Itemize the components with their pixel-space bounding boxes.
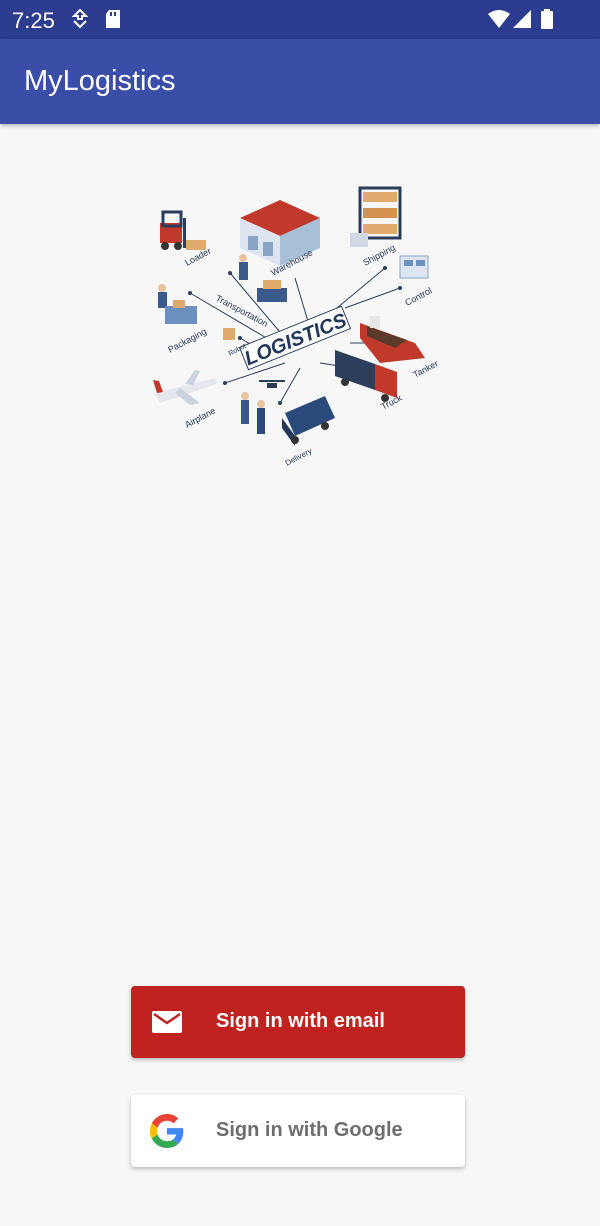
download-icon: [71, 8, 89, 34]
wifi-icon: [488, 9, 510, 34]
status-bar: 7:25: [0, 0, 600, 39]
status-time: 7:25: [12, 8, 55, 33]
signal-icon: [512, 9, 532, 34]
mail-icon: [150, 1005, 184, 1039]
logistics-illustration: LOGISTICS Loader Warehouse Shipping Tran…: [145, 178, 455, 478]
sign-in-email-button[interactable]: Sign in with email: [131, 986, 465, 1058]
illustration-label-airplane: Airplane: [183, 405, 217, 429]
illustration-label-tanker: Tanker: [411, 358, 440, 380]
google-logo-icon: [150, 1114, 184, 1148]
illustration-label-delivery: Delivery: [284, 446, 314, 468]
sign-in-google-label: Sign in with Google: [216, 1119, 403, 1141]
illustration-label-control: Control: [403, 285, 433, 307]
illustration-label-packaging: Packaging: [166, 326, 208, 355]
sign-in-email-label: Sign in with email: [216, 1010, 385, 1032]
sd-card-icon: [105, 9, 121, 34]
app-title: MyLogistics: [24, 65, 176, 97]
app-bar: MyLogistics: [0, 39, 600, 124]
battery-icon: [541, 9, 553, 34]
sign-in-google-button[interactable]: Sign in with Google: [131, 1095, 465, 1167]
